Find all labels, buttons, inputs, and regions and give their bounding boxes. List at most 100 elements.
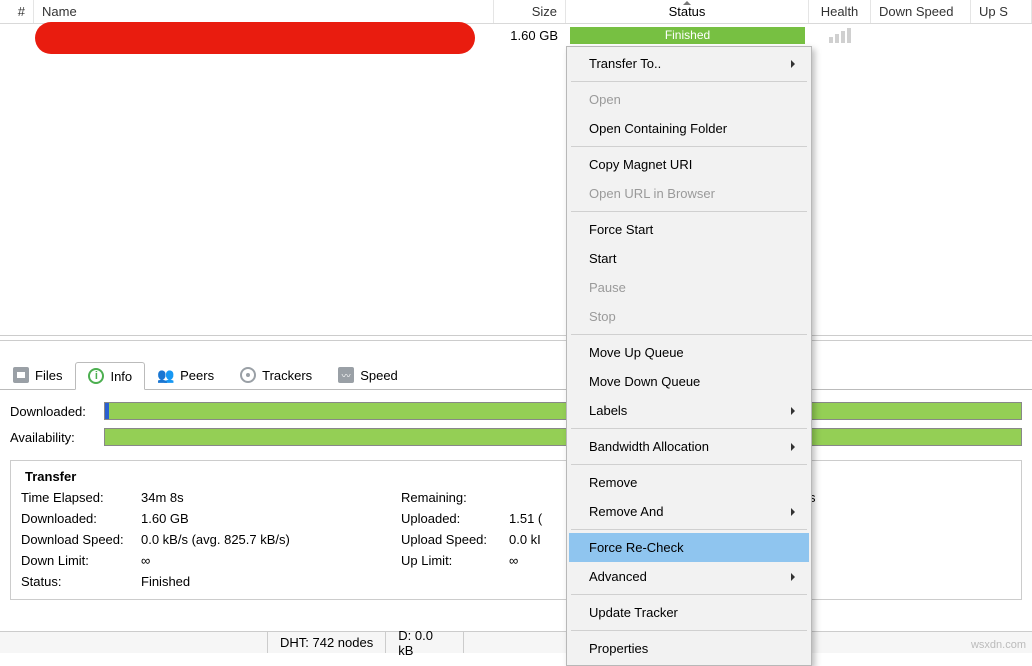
status-down[interactable]: D: 0.0 kB — [386, 632, 464, 653]
menu-separator — [571, 334, 807, 335]
status-bar: DHT: 742 nodes D: 0.0 kB B/s T: 18.9 MB — [0, 631, 1032, 653]
menu-move-up-queue[interactable]: Move Up Queue — [569, 338, 809, 367]
transfer-grid: Time Elapsed:34m 8s Remaining: ted:2.16 … — [21, 490, 1011, 589]
menu-copy-magnet-uri[interactable]: Copy Magnet URI — [569, 150, 809, 179]
status-spacer — [0, 632, 268, 653]
menu-start[interactable]: Start — [569, 244, 809, 273]
info-icon: i — [88, 368, 104, 384]
torrent-status: Finished — [566, 27, 809, 44]
availability-bar-label: Availability: — [10, 430, 96, 445]
menu-force-recheck[interactable]: Force Re-Check — [569, 533, 809, 562]
menu-separator — [571, 594, 807, 595]
chevron-right-icon — [791, 60, 799, 68]
downloaded-bar-row: Downloaded: — [10, 398, 1022, 424]
menu-remove-and-label: Remove And — [589, 504, 663, 519]
menu-bandwidth-allocation[interactable]: Bandwidth Allocation — [569, 432, 809, 461]
chevron-right-icon — [791, 508, 799, 516]
tab-peers-label: Peers — [180, 368, 214, 383]
speed-icon: 〰 — [338, 367, 354, 383]
menu-properties[interactable]: Properties — [569, 634, 809, 663]
details-panel: Files i Info 👥 Peers Trackers 〰 Speed Downl… — [0, 360, 1032, 631]
down-limit-value: ∞ — [141, 553, 401, 568]
menu-move-down-queue[interactable]: Move Down Queue — [569, 367, 809, 396]
transfer-legend: Transfer — [21, 469, 80, 484]
time-elapsed-value: 34m 8s — [141, 490, 401, 505]
transfer-group: Transfer Time Elapsed:34m 8s Remaining: … — [10, 460, 1022, 600]
menu-transfer-to-label: Transfer To.. — [589, 56, 661, 71]
menu-remove[interactable]: Remove — [569, 468, 809, 497]
tab-info-label: Info — [110, 369, 132, 384]
redacted-name-overlay — [35, 22, 475, 54]
menu-open-url-in-browser: Open URL in Browser — [569, 179, 809, 208]
torrent-progress-bar: Finished — [570, 27, 805, 44]
info-tab-body: Downloaded: Availability: Transfer Time … — [0, 390, 1032, 610]
column-header-status-label: Status — [669, 4, 706, 19]
torrent-context-menu: Transfer To.. Open Open Containing Folde… — [566, 46, 812, 666]
status-value: Finished — [141, 574, 401, 589]
remaining-label: Remaining: — [401, 490, 509, 505]
up-limit-label: Up Limit: — [401, 553, 509, 568]
menu-labels[interactable]: Labels — [569, 396, 809, 425]
sort-ascending-icon — [683, 0, 691, 5]
column-header-upspeed[interactable]: Up S — [971, 0, 1032, 23]
tab-info[interactable]: i Info — [75, 362, 145, 390]
menu-remove-and[interactable]: Remove And — [569, 497, 809, 526]
watermark: wsxdn.com — [971, 639, 1026, 651]
tab-files-label: Files — [35, 368, 62, 383]
download-speed-label: Download Speed: — [21, 532, 141, 547]
files-icon — [13, 367, 29, 383]
availability-bar — [104, 428, 1022, 446]
details-tabs: Files i Info 👥 Peers Trackers 〰 Speed — [0, 360, 1032, 390]
downloaded-label: Downloaded: — [21, 511, 141, 526]
column-header-index[interactable]: # — [0, 0, 34, 23]
chevron-right-icon — [791, 443, 799, 451]
column-header-health[interactable]: Health — [809, 0, 871, 23]
column-header-row: # Name Size Status Health Down Speed Up … — [0, 0, 1032, 24]
status-dht[interactable]: DHT: 742 nodes — [268, 632, 386, 653]
tab-peers[interactable]: 👥 Peers — [145, 361, 227, 389]
menu-advanced-label: Advanced — [589, 569, 647, 584]
chevron-right-icon — [791, 573, 799, 581]
torrent-list: # Name Size Status Health Down Speed Up … — [0, 0, 1032, 335]
tab-trackers[interactable]: Trackers — [227, 361, 325, 389]
column-header-name[interactable]: Name — [34, 0, 494, 23]
downloaded-bar-label: Downloaded: — [10, 404, 96, 419]
menu-separator — [571, 211, 807, 212]
health-bar-icon — [841, 31, 845, 43]
down-limit-label: Down Limit: — [21, 553, 141, 568]
column-header-status[interactable]: Status — [566, 0, 809, 23]
health-bar-icon — [847, 28, 851, 43]
downloaded-bar — [104, 402, 1022, 420]
health-bar-icon — [835, 34, 839, 43]
tab-trackers-label: Trackers — [262, 368, 312, 383]
status-label: Status: — [21, 574, 141, 589]
health-bar-icon — [829, 37, 833, 43]
menu-force-start[interactable]: Force Start — [569, 215, 809, 244]
menu-transfer-to[interactable]: Transfer To.. — [569, 49, 809, 78]
torrent-health — [809, 28, 871, 43]
menu-separator — [571, 146, 807, 147]
menu-update-tracker[interactable]: Update Tracker — [569, 598, 809, 627]
tab-files[interactable]: Files — [0, 361, 75, 389]
column-header-size[interactable]: Size — [494, 0, 566, 23]
menu-open-containing-folder[interactable]: Open Containing Folder — [569, 114, 809, 143]
menu-separator — [571, 464, 807, 465]
menu-stop: Stop — [569, 302, 809, 331]
upload-speed-label: Upload Speed: — [401, 532, 509, 547]
menu-pause: Pause — [569, 273, 809, 302]
uploaded-label: Uploaded: — [401, 511, 509, 526]
menu-bandwidth-label: Bandwidth Allocation — [589, 439, 709, 454]
menu-separator — [571, 81, 807, 82]
tab-speed[interactable]: 〰 Speed — [325, 361, 411, 389]
menu-separator — [571, 630, 807, 631]
download-speed-value: 0.0 kB/s (avg. 825.7 kB/s) — [141, 532, 401, 547]
menu-advanced[interactable]: Advanced — [569, 562, 809, 591]
availability-bar-row: Availability: — [10, 424, 1022, 450]
column-header-downspeed[interactable]: Down Speed — [871, 0, 971, 23]
peers-icon: 👥 — [158, 367, 174, 383]
menu-labels-label: Labels — [589, 403, 627, 418]
trackers-icon — [240, 367, 256, 383]
downloaded-value: 1.60 GB — [141, 511, 401, 526]
horizontal-splitter[interactable] — [0, 335, 1032, 341]
tab-speed-label: Speed — [360, 368, 398, 383]
